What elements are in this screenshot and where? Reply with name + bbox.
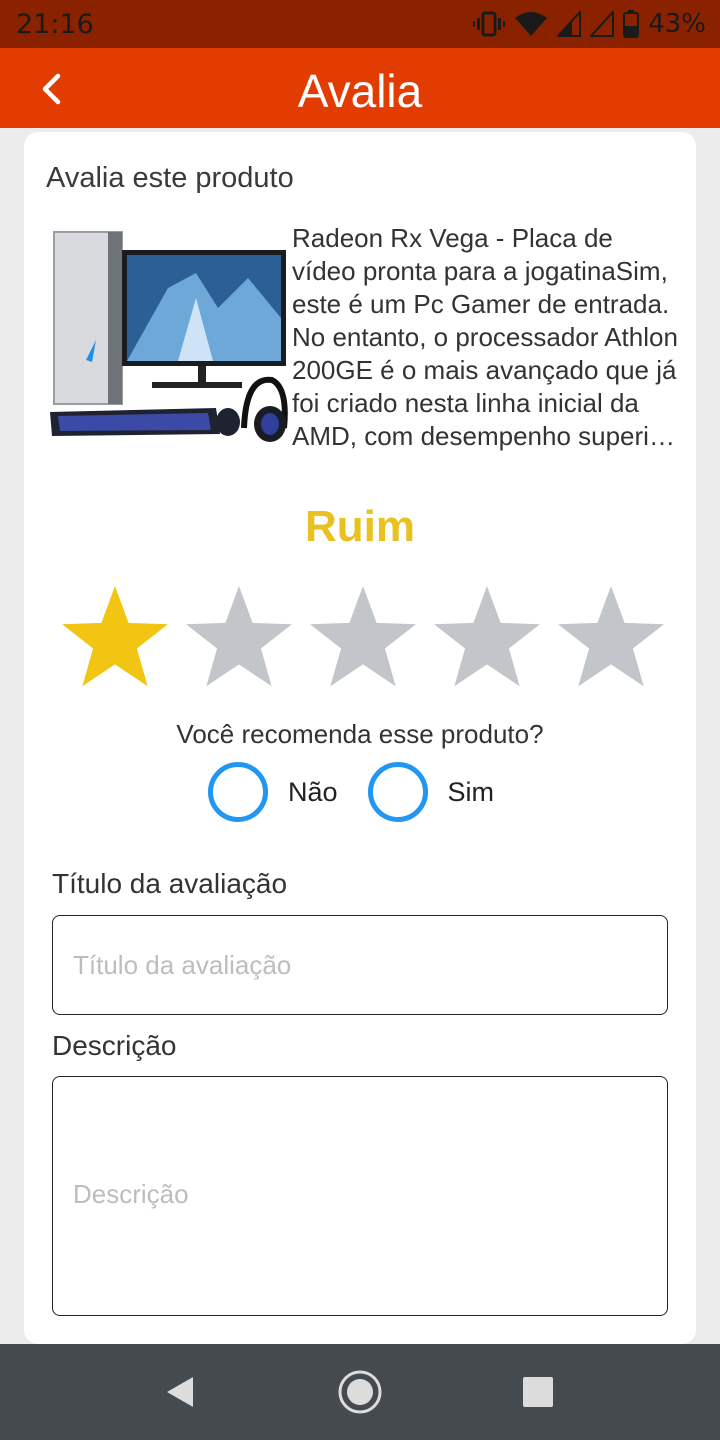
star-rating [58, 582, 668, 692]
review-description-input[interactable] [52, 1076, 668, 1316]
signal-empty-icon [590, 11, 615, 37]
page-title: Avalia [297, 65, 423, 117]
review-card: Avalia este produto Radeon Rx Vega - Pla… [24, 132, 696, 1344]
battery-icon [623, 10, 640, 38]
status-time: 21:16 [16, 9, 94, 40]
radio-label-sim: Sim [447, 776, 495, 807]
vibrate-icon [473, 11, 506, 37]
battery-percent: 43% [648, 9, 706, 39]
status-bar: 21:16 43% [0, 0, 720, 48]
recommend-question: Você recomenda esse produto? [176, 719, 544, 749]
product-image [50, 231, 288, 442]
nav-back-button[interactable] [156, 1368, 204, 1416]
wifi-icon [515, 12, 548, 36]
nav-home-button[interactable] [336, 1368, 384, 1416]
recents-square-icon [523, 1377, 553, 1407]
radio-label-nao: Não [288, 776, 338, 807]
star-icon-1[interactable] [58, 582, 172, 692]
recommend-radio-group: Não Sim [208, 760, 524, 824]
nav-recents-button[interactable] [514, 1368, 562, 1416]
star-icon-5[interactable] [554, 582, 668, 692]
star-icon-4[interactable] [430, 582, 544, 692]
star-icon-3[interactable] [306, 582, 420, 692]
status-icons: 43% [473, 9, 706, 39]
signal-icon [557, 11, 582, 37]
product-description: Radeon Rx Vega - Placa de vídeo pronta p… [292, 223, 678, 451]
description-field-label: Descrição [52, 1030, 177, 1061]
radio-option-nao[interactable]: Não [208, 762, 368, 822]
radio-option-sim[interactable]: Sim [367, 762, 525, 822]
title-field-label: Título da avaliação [52, 868, 288, 899]
section-title: Avalia este produto [46, 162, 294, 194]
rating-label: Ruim [305, 502, 415, 551]
radio-button-sim[interactable] [367, 762, 428, 822]
back-triangle-icon [167, 1377, 193, 1407]
radio-button-nao[interactable] [208, 762, 268, 822]
system-nav-bar [0, 1344, 720, 1440]
app-bar: Avalia [0, 48, 720, 128]
review-title-input[interactable] [52, 915, 668, 1015]
star-icon-2[interactable] [182, 582, 296, 692]
home-circle-icon [338, 1370, 382, 1414]
